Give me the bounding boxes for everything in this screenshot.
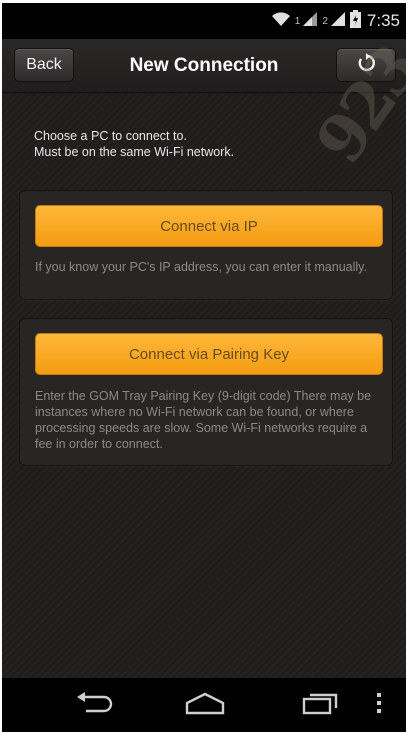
recent-apps-icon <box>300 691 340 720</box>
nav-recent-apps-button[interactable] <box>290 688 350 722</box>
phone-screen: 1 2 7:35 Back New Connection 923 Choose … <box>2 3 406 732</box>
status-bar: 1 2 7:35 <box>2 3 406 39</box>
navigation-bar <box>2 678 406 732</box>
wifi-icon <box>271 11 291 32</box>
back-icon <box>74 691 114 720</box>
connect-via-ip-button[interactable]: Connect via IP <box>35 205 383 247</box>
status-time: 7:35 <box>366 11 400 30</box>
connect-key-description: Enter the GOM Tray Pairing Key (9-digit … <box>35 389 372 451</box>
sim1-label: 1 <box>294 15 301 27</box>
connect-via-pairing-key-button[interactable]: Connect via Pairing Key <box>35 333 383 375</box>
back-button[interactable]: Back <box>14 48 74 82</box>
intro-line-2: Must be on the same Wi-Fi network. <box>34 145 235 159</box>
intro-text: Choose a PC to connect to. Must be on th… <box>34 128 234 160</box>
connect-ip-description: If you know your PC's IP address, you ca… <box>35 260 367 274</box>
signal-icon <box>330 11 346 32</box>
page-title: New Connection <box>129 55 279 76</box>
nav-back-button[interactable] <box>64 688 124 722</box>
home-icon <box>183 691 227 720</box>
overflow-menu-icon <box>376 692 382 719</box>
connect-key-card: Connect via Pairing Key Enter the GOM Tr… <box>19 318 393 466</box>
main-content: 923 Choose a PC to connect to. Must be o… <box>2 34 406 678</box>
battery-icon <box>349 9 361 33</box>
nav-home-button[interactable] <box>175 688 235 722</box>
status-icons: 1 2 7:35 <box>271 9 400 33</box>
signal-icon <box>302 11 318 32</box>
intro-line-1: Choose a PC to connect to. <box>34 129 187 143</box>
connect-ip-card: Connect via IP If you know your PC's IP … <box>19 190 393 300</box>
sim2-label: 2 <box>322 15 328 27</box>
nav-overflow-menu-button[interactable] <box>359 688 399 722</box>
